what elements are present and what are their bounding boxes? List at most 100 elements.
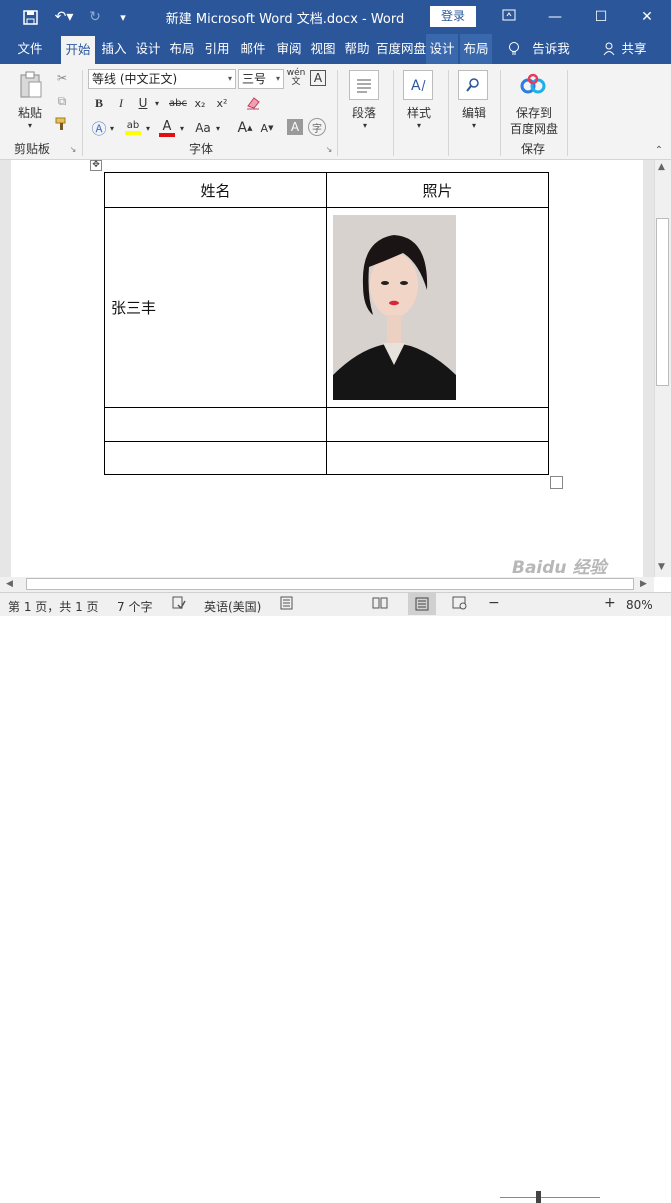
styles-button[interactable]: 样式 bbox=[397, 104, 441, 120]
accessibility-icon[interactable] bbox=[280, 596, 293, 613]
bold-button[interactable]: B bbox=[92, 94, 106, 112]
zoom-slider-thumb[interactable] bbox=[536, 1191, 541, 1203]
font-size-select[interactable]: 三号 ▾ bbox=[238, 69, 284, 89]
superscript-button[interactable]: x² bbox=[214, 94, 230, 112]
phonetic-guide-button[interactable]: wén 文 bbox=[287, 67, 306, 89]
tab-baidu-netdisk[interactable]: 百度网盘 bbox=[376, 34, 426, 64]
document-table[interactable]: 姓名 照片 张三丰 bbox=[104, 172, 549, 475]
web-layout-icon[interactable] bbox=[452, 596, 468, 613]
enclose-characters-icon[interactable]: 字 bbox=[308, 118, 326, 136]
editing-button[interactable]: 编辑 bbox=[452, 104, 496, 120]
font-name-select[interactable]: 等线 (中文正文) ▾ bbox=[88, 69, 236, 89]
subscript-button[interactable]: x₂ bbox=[192, 94, 208, 112]
paragraph-button[interactable]: 段落 bbox=[342, 104, 386, 120]
paragraph-dropdown-icon[interactable]: ▾ bbox=[360, 120, 370, 130]
redo-icon[interactable]: ↻ bbox=[86, 8, 104, 26]
clear-formatting-icon[interactable] bbox=[244, 94, 262, 112]
table-cell-photo[interactable] bbox=[326, 207, 549, 408]
tell-me-search[interactable]: 告诉我 bbox=[528, 34, 574, 64]
vertical-scrollbar[interactable]: ▲ ▼ bbox=[654, 160, 671, 577]
scroll-up-icon[interactable]: ▲ bbox=[658, 162, 665, 172]
font-color-icon[interactable]: A bbox=[158, 118, 176, 138]
scroll-down-icon[interactable]: ▼ bbox=[658, 562, 665, 572]
scroll-left-icon[interactable]: ◀ bbox=[6, 579, 13, 589]
format-painter-icon[interactable] bbox=[54, 116, 70, 132]
strikethrough-button[interactable]: abc bbox=[167, 94, 189, 112]
paste-button[interactable]: 粘贴 bbox=[14, 104, 46, 120]
text-effects-icon[interactable]: Ⓐ bbox=[90, 118, 108, 138]
print-layout-button[interactable] bbox=[408, 593, 436, 615]
grow-font-button[interactable]: A ▲ bbox=[236, 118, 254, 138]
undo-icon[interactable]: ↶▾ bbox=[50, 8, 78, 26]
tab-file[interactable]: 文件 bbox=[10, 34, 50, 64]
tab-mailings[interactable]: 邮件 bbox=[236, 34, 270, 64]
customize-quick-access-icon[interactable]: ▾ bbox=[116, 8, 130, 26]
tab-insert[interactable]: 插入 bbox=[98, 34, 130, 64]
highlight-dropdown-icon[interactable]: ▾ bbox=[144, 122, 152, 134]
tab-table-layout[interactable]: 布局 bbox=[460, 34, 492, 64]
character-border-icon[interactable]: A bbox=[310, 70, 326, 86]
font-launcher-icon[interactable]: ↘ bbox=[324, 144, 334, 154]
save-to-netdisk-line1[interactable]: 保存到 bbox=[506, 104, 562, 120]
change-case-button[interactable]: Aa bbox=[192, 118, 214, 138]
read-mode-icon[interactable] bbox=[372, 596, 388, 613]
zoom-in-button[interactable]: + bbox=[604, 595, 616, 611]
character-shading-icon[interactable]: A bbox=[287, 119, 303, 135]
table-move-handle-icon[interactable]: ✥ bbox=[90, 160, 102, 171]
table-cell-empty[interactable] bbox=[326, 407, 549, 442]
zoom-level[interactable]: 80% bbox=[626, 598, 653, 612]
editing-dropdown-icon[interactable]: ▾ bbox=[469, 120, 479, 130]
save-to-netdisk-line2[interactable]: 百度网盘 bbox=[503, 120, 565, 136]
cut-icon[interactable]: ✂ bbox=[54, 70, 70, 86]
ribbon-display-options-icon[interactable] bbox=[497, 6, 521, 28]
search-icon[interactable] bbox=[458, 70, 488, 100]
minimize-icon[interactable]: — bbox=[543, 6, 567, 28]
italic-button[interactable]: I bbox=[114, 94, 128, 112]
zoom-out-button[interactable]: − bbox=[488, 595, 500, 611]
login-button[interactable]: 登录 bbox=[430, 6, 476, 27]
tab-review[interactable]: 审阅 bbox=[272, 34, 306, 64]
clipboard-icon[interactable] bbox=[14, 70, 48, 100]
page-count[interactable]: 第 1 页，共 1 页 bbox=[8, 598, 99, 615]
shrink-font-button[interactable]: A ▼ bbox=[258, 118, 276, 138]
table-resize-handle[interactable] bbox=[550, 476, 563, 489]
collapse-ribbon-icon[interactable]: ⌃ bbox=[652, 144, 666, 156]
table-header-photo[interactable]: 照片 bbox=[326, 172, 549, 208]
table-cell-empty[interactable] bbox=[326, 441, 549, 475]
underline-dropdown-icon[interactable]: ▾ bbox=[152, 94, 162, 112]
styles-icon[interactable]: A bbox=[403, 70, 433, 100]
paragraph-icon[interactable] bbox=[349, 70, 379, 100]
text-effects-dropdown-icon[interactable]: ▾ bbox=[108, 122, 116, 134]
copy-icon[interactable]: ⧉ bbox=[54, 93, 70, 109]
tab-view[interactable]: 视图 bbox=[306, 34, 340, 64]
change-case-dropdown-icon[interactable]: ▾ bbox=[214, 122, 222, 134]
maximize-icon[interactable]: ☐ bbox=[589, 6, 613, 28]
baidu-netdisk-icon[interactable] bbox=[518, 70, 548, 100]
clipboard-launcher-icon[interactable]: ↘ bbox=[68, 144, 78, 154]
tab-home[interactable]: 开始 bbox=[61, 36, 95, 64]
language-indicator[interactable]: 英语(美国) bbox=[204, 598, 261, 615]
underline-button[interactable]: U bbox=[136, 94, 150, 112]
close-icon[interactable]: ✕ bbox=[635, 6, 659, 28]
save-icon[interactable] bbox=[20, 8, 40, 26]
table-cell-name[interactable]: 张三丰 bbox=[104, 207, 327, 408]
word-count[interactable]: 7 个字 bbox=[117, 598, 152, 615]
vertical-scroll-thumb[interactable] bbox=[656, 218, 669, 386]
font-color-dropdown-icon[interactable]: ▾ bbox=[178, 122, 186, 134]
paste-dropdown-icon[interactable]: ▾ bbox=[24, 120, 36, 130]
highlight-color-icon[interactable]: ab bbox=[122, 118, 144, 138]
styles-dropdown-icon[interactable]: ▾ bbox=[414, 120, 424, 130]
scroll-right-icon[interactable]: ▶ bbox=[640, 579, 647, 589]
tab-references[interactable]: 引用 bbox=[200, 34, 234, 64]
tab-help[interactable]: 帮助 bbox=[340, 34, 374, 64]
tab-layout[interactable]: 布局 bbox=[166, 34, 198, 64]
proofing-icon[interactable] bbox=[172, 596, 186, 613]
tab-table-design[interactable]: 设计 bbox=[426, 34, 458, 64]
table-cell-empty[interactable] bbox=[104, 441, 327, 475]
table-header-name[interactable]: 姓名 bbox=[104, 172, 327, 208]
font-name-dropdown-icon: ▾ bbox=[227, 74, 232, 83]
tab-design[interactable]: 设计 bbox=[132, 34, 164, 64]
zoom-slider-track[interactable] bbox=[500, 1197, 600, 1198]
share-button[interactable]: 共享 bbox=[618, 34, 650, 64]
table-cell-empty[interactable] bbox=[104, 407, 327, 442]
